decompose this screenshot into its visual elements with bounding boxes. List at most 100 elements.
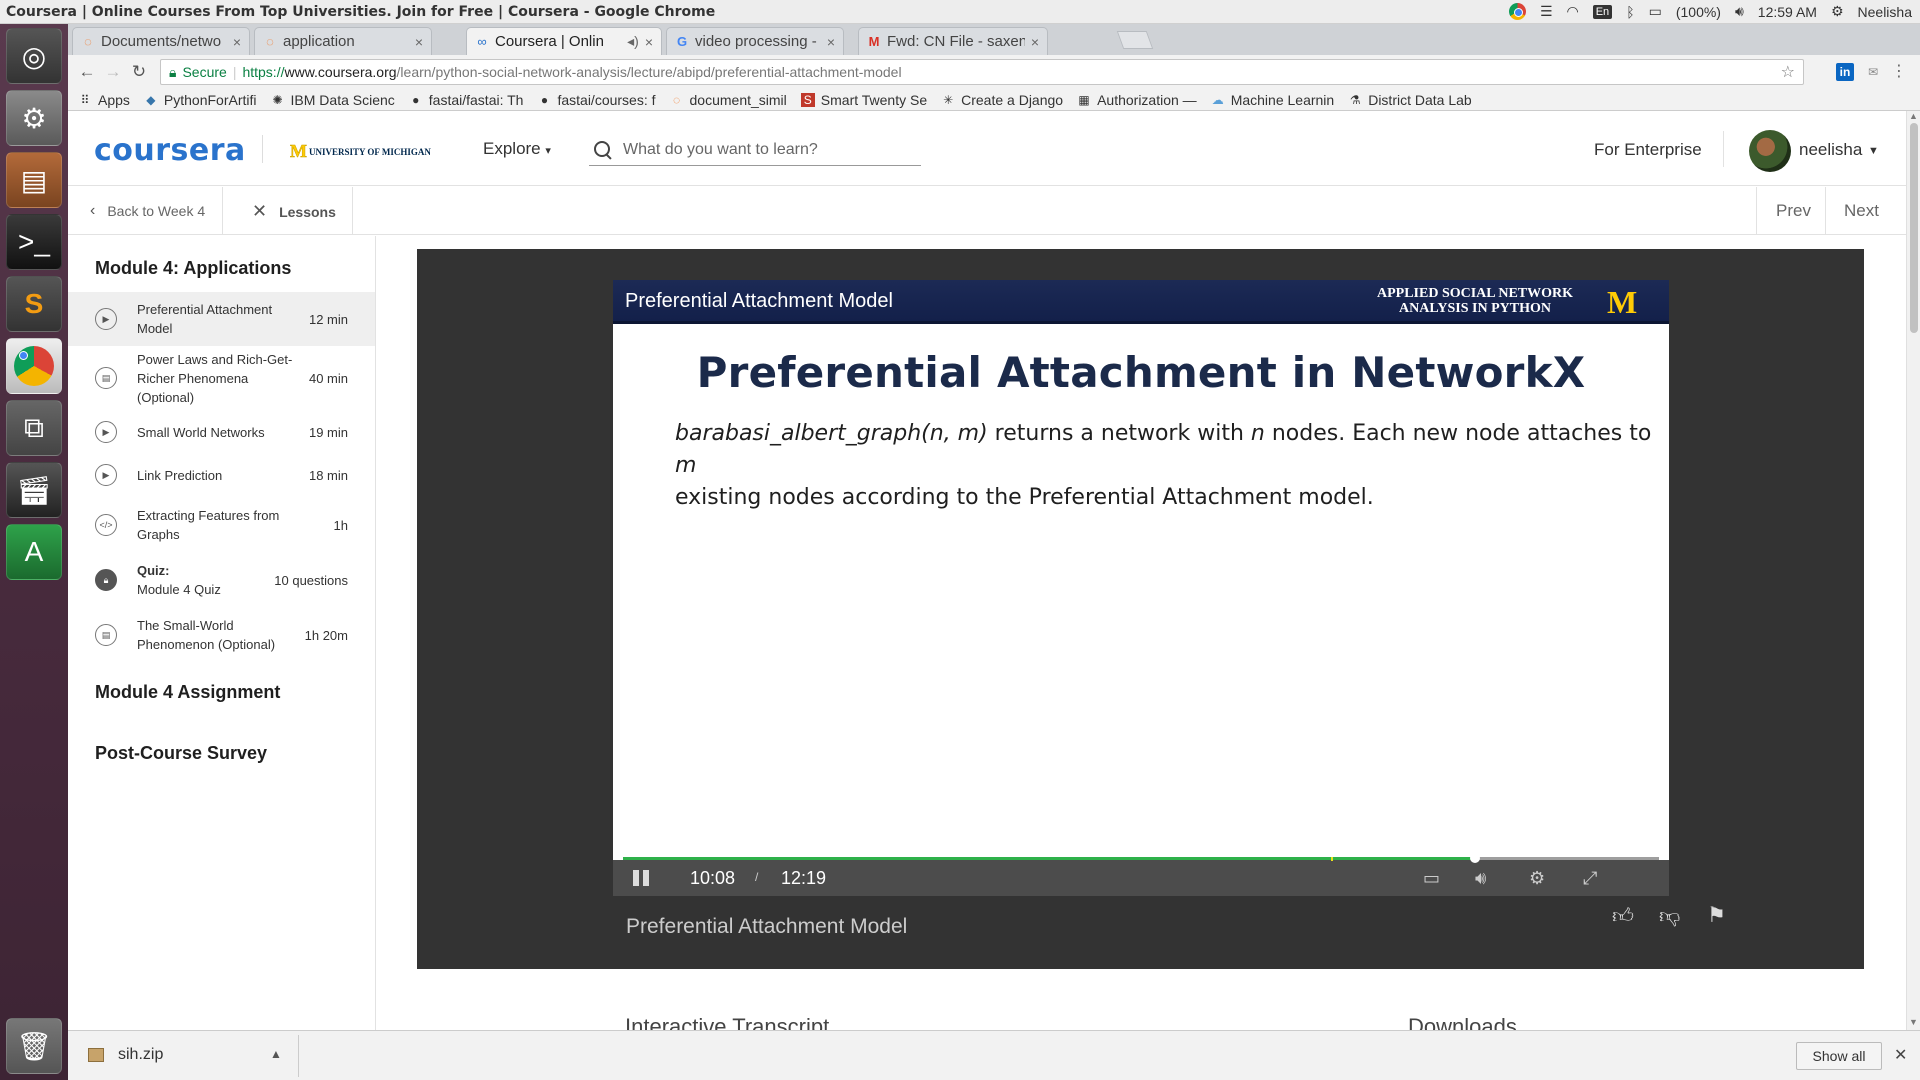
workspace-switcher-icon[interactable]: ⧉ <box>6 400 62 456</box>
bookmark-item[interactable]: ▦ Authorization — <box>1077 92 1196 108</box>
search-bar[interactable] <box>589 134 921 166</box>
subtitles-icon[interactable]: ▭ <box>1423 868 1440 889</box>
lesson-item-small-world-phenomenon[interactable]: ▤ The Small-World Phenomenon (Optional) … <box>68 606 375 664</box>
address-bar[interactable]: 🔒︎ Secure | https:// www.coursera.org /l… <box>160 59 1804 85</box>
new-tab-button[interactable] <box>1116 31 1154 49</box>
bookmark-item[interactable]: ● fastai/courses: f <box>537 92 656 108</box>
bookmark-item[interactable]: S Smart Twenty Se <box>800 92 927 108</box>
back-to-week-link[interactable]: ‹ Back to Week 4 <box>90 202 205 220</box>
tab-gmail[interactable]: M Fwd: CN File - saxen × <box>858 27 1048 55</box>
close-icon[interactable]: × <box>415 34 423 50</box>
fullscreen-icon[interactable]: ⤢ <box>1583 868 1597 889</box>
username[interactable]: neelisha <box>1799 140 1862 160</box>
mail-extension-icon[interactable]: ✉ <box>1864 63 1882 81</box>
time-separator: / <box>755 870 759 884</box>
close-icon[interactable]: × <box>233 34 241 50</box>
video-player[interactable]: Preferential Attachment Model APPLIED SO… <box>417 249 1864 969</box>
close-icon[interactable]: × <box>827 34 835 50</box>
explore-menu[interactable]: Explore ▾ <box>483 139 551 159</box>
settings-gear-icon[interactable]: ⚙ <box>1529 868 1545 889</box>
caret-down-icon[interactable]: ▼ <box>1868 145 1879 157</box>
close-icon[interactable]: × <box>1031 34 1039 50</box>
progress-handle[interactable] <box>1469 853 1480 863</box>
settings-gear-icon[interactable]: ⚙ <box>1831 3 1844 20</box>
pause-icon[interactable] <box>633 870 651 886</box>
forward-arrow-icon[interactable]: → <box>100 62 126 82</box>
search-icon[interactable] <box>593 140 613 160</box>
thumbs-down-icon[interactable]: 👎︎ <box>1659 903 1680 929</box>
lesson-item-small-world[interactable]: ▶ Small World Networks 19 min <box>68 410 375 454</box>
trash-icon[interactable]: 🗑︎ <box>6 1018 62 1074</box>
ubuntu-dash-icon[interactable]: ◎ <box>6 28 62 84</box>
bookmark-item[interactable]: ✳ Create a Django <box>941 92 1063 108</box>
progress-marker <box>1330 857 1333 861</box>
bookmark-item[interactable]: ● fastai/fastai: Th <box>409 92 523 108</box>
tab-video-processing[interactable]: G video processing - × <box>666 27 844 55</box>
reload-icon[interactable]: ↻ <box>126 62 152 82</box>
terminal-icon[interactable]: >_ <box>6 214 62 270</box>
battery-icon[interactable]: ▭ <box>1649 3 1662 20</box>
lesson-item-link-prediction[interactable]: ▶ Link Prediction 18 min <box>68 454 375 496</box>
module-assignment-link[interactable]: Module 4 Assignment <box>95 682 280 703</box>
bluetooth-icon[interactable]: ᛒ <box>1626 4 1634 20</box>
bookmark-apps[interactable]: ⠿ Apps <box>78 92 130 108</box>
volume-icon[interactable]: 🔊︎ <box>1475 868 1486 889</box>
session-user[interactable]: Neelisha <box>1858 4 1912 20</box>
video-editor-icon[interactable]: 🎬︎ <box>6 462 62 518</box>
chevron-up-icon[interactable]: ▲ <box>270 1047 282 1061</box>
university-logo[interactable]: M UNIVERSITY OF MICHIGAN <box>290 141 431 162</box>
linkedin-extension-icon[interactable]: in <box>1836 63 1854 81</box>
prev-button[interactable]: Prev <box>1776 201 1811 221</box>
software-updater-icon[interactable]: A <box>6 524 62 580</box>
chrome-menu-icon[interactable]: ⋮ <box>1890 63 1908 81</box>
scroll-up-icon[interactable]: ▲ <box>1909 111 1918 121</box>
scroll-down-icon[interactable]: ▼ <box>1909 1017 1918 1027</box>
post-course-survey-link[interactable]: Post-Course Survey <box>95 743 267 764</box>
volume-icon[interactable]: 🔊︎ <box>1735 3 1744 20</box>
lesson-item-extracting-features[interactable]: </> Extracting Features from Graphs 1h <box>68 496 375 554</box>
bookmark-item[interactable]: ⚗ District Data Lab <box>1348 92 1472 108</box>
keyboard-layout-indicator[interactable]: En <box>1592 4 1613 19</box>
lesson-item-power-laws[interactable]: ▤ Power Laws and Rich-Get-Richer Phenome… <box>68 346 375 410</box>
tab-jupyter-documents[interactable]: ◌ Documents/netwo × <box>72 27 250 55</box>
for-enterprise-link[interactable]: For Enterprise <box>1594 140 1702 160</box>
interactive-transcript-heading: Interactive Transcript <box>625 1014 830 1030</box>
close-icon[interactable]: ✕ <box>1894 1045 1907 1065</box>
coursera-logo[interactable]: coursera <box>94 133 246 168</box>
show-all-button[interactable]: Show all <box>1796 1042 1882 1070</box>
avatar[interactable] <box>1749 130 1791 172</box>
audio-playing-icon[interactable]: ◂) <box>627 33 639 50</box>
bookmark-item[interactable]: ◆ PythonForArtifi <box>144 92 256 108</box>
files-icon[interactable]: ▤ <box>6 152 62 208</box>
system-settings-icon[interactable]: ⚙ <box>6 90 62 146</box>
sublime-text-icon[interactable]: S <box>6 276 62 332</box>
scrollbar-thumb[interactable] <box>1910 123 1918 333</box>
lock-icon[interactable]: 🔒︎ <box>169 64 176 81</box>
bookmark-item[interactable]: ◌ document_simil <box>670 92 787 108</box>
menu-indicator-icon[interactable]: ☰ <box>1540 3 1553 20</box>
chrome-indicator-icon[interactable] <box>1508 3 1526 20</box>
chrome-launcher-icon[interactable] <box>6 338 62 394</box>
bookmark-star-icon[interactable]: ☆ <box>1781 62 1795 82</box>
tab-coursera[interactable]: ∞ Coursera | Onlin ◂) × <box>466 27 662 55</box>
coursera-page: coursera M UNIVERSITY OF MICHIGAN Explor… <box>68 111 1906 1030</box>
url-host: www.coursera.org <box>284 64 397 80</box>
next-button[interactable]: Next <box>1844 201 1879 221</box>
close-icon[interactable]: × <box>645 34 653 50</box>
lesson-item-module-quiz[interactable]: 🔒︎ Quiz: Module 4 Quiz 10 questions <box>68 554 375 606</box>
search-input[interactable] <box>623 140 913 159</box>
lesson-item-preferential-attachment[interactable]: ▶ Preferential Attachment Model 12 min <box>68 292 375 346</box>
wifi-icon[interactable]: ◠ <box>1567 3 1579 20</box>
page-scrollbar[interactable]: ▲ ▼ <box>1906 111 1920 1030</box>
back-arrow-icon[interactable]: ← <box>74 62 100 82</box>
thumbs-up-icon[interactable]: 👍︎ <box>1612 903 1634 929</box>
tab-jupyter-application[interactable]: ◌ application × <box>254 27 432 55</box>
bookmark-item[interactable]: ☁ Machine Learnin <box>1211 92 1335 108</box>
bookmark-item[interactable]: ✺ IBM Data Scienc <box>271 92 394 108</box>
flag-icon[interactable]: ⚑ <box>1707 903 1726 928</box>
download-item[interactable]: sih.zip <box>88 1046 163 1064</box>
current-time: 10:08 <box>690 868 736 888</box>
lessons-toggle[interactable]: ✕ Lessons <box>252 201 336 222</box>
ibm-icon: ✺ <box>272 92 283 107</box>
clock[interactable]: 12:59 AM <box>1758 4 1817 20</box>
